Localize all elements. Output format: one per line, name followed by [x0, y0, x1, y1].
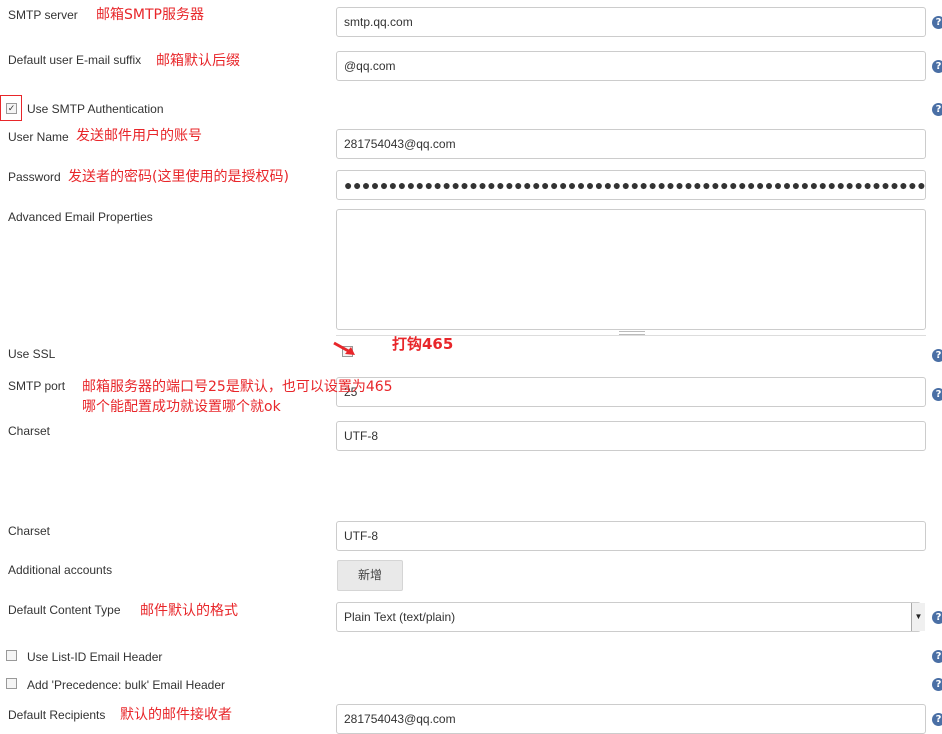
smtp-port-label: SMTP port	[8, 379, 66, 393]
smtp-port-annotation-1: 邮箱服务器的端口号25是默认，也可以设置为465	[82, 379, 393, 395]
smtp-auth-label: Use SMTP Authentication	[27, 102, 164, 116]
precedence-checkbox[interactable]	[6, 678, 17, 689]
help-icon[interactable]: ?	[932, 650, 942, 663]
red-arrow-icon	[333, 341, 355, 355]
charset-label: Charset	[8, 424, 51, 438]
default-recipients-label: Default Recipients	[8, 708, 106, 722]
help-icon[interactable]: ?	[932, 349, 942, 362]
use-ssl-label: Use SSL	[8, 347, 56, 361]
charset-input[interactable]	[336, 521, 926, 551]
help-icon[interactable]: ?	[932, 16, 942, 29]
user-name-input[interactable]	[336, 129, 926, 159]
smtp-port-annotation-2: 哪个能配置成功就设置哪个就ok	[82, 399, 281, 415]
password-input[interactable]: ●●●●●●●●●●●●●●●●●●●●●●●●●●●●●●●●●●●●●●●●…	[336, 170, 926, 200]
content-type-annotation: 邮件默认的格式	[140, 603, 238, 619]
user-name-annotation: 发送邮件用户的账号	[76, 128, 202, 144]
email-suffix-annotation: 邮箱默认后缀	[156, 53, 240, 69]
charset-input[interactable]	[336, 421, 926, 451]
email-suffix-label: Default user E-mail suffix	[8, 53, 142, 67]
smtp-port-input[interactable]	[336, 377, 926, 407]
smtp-auth-checkbox[interactable]: ✓	[6, 103, 17, 114]
help-icon[interactable]: ?	[932, 611, 942, 624]
default-recipients-input[interactable]	[336, 704, 926, 734]
add-account-button[interactable]: 新增	[337, 560, 403, 591]
content-type-value: Plain Text (text/plain)	[344, 610, 456, 624]
help-icon[interactable]: ?	[932, 678, 942, 691]
user-name-label: User Name	[8, 130, 69, 144]
smtp-server-label: SMTP server	[8, 8, 78, 22]
help-icon[interactable]: ?	[932, 713, 942, 726]
additional-accounts-label: Additional accounts	[8, 563, 113, 577]
password-annotation: 发送者的密码(这里使用的是授权码)	[68, 169, 289, 185]
content-type-select[interactable]: Plain Text (text/plain)	[336, 602, 921, 632]
smtp-server-annotation: 邮箱SMTP服务器	[96, 7, 204, 23]
precedence-label: Add 'Precedence: bulk' Email Header	[27, 678, 226, 692]
list-id-checkbox[interactable]	[6, 650, 17, 661]
charset-label: Charset	[8, 524, 51, 538]
advanced-props-textarea[interactable]	[336, 209, 926, 330]
help-icon[interactable]: ?	[932, 388, 942, 401]
email-suffix-input[interactable]	[336, 51, 926, 81]
default-recipients-annotation: 默认的邮件接收者	[120, 707, 232, 723]
password-label: Password	[8, 170, 61, 184]
use-ssl-annotation: 打钩465	[392, 335, 454, 353]
list-id-label: Use List-ID Email Header	[27, 650, 163, 664]
help-icon[interactable]: ?	[932, 60, 942, 73]
smtp-server-input[interactable]	[336, 7, 926, 37]
dropdown-arrow-icon[interactable]: ▼	[911, 603, 925, 631]
help-icon[interactable]: ?	[932, 103, 942, 116]
advanced-props-label: Advanced Email Properties	[8, 210, 153, 224]
content-type-label: Default Content Type	[8, 603, 121, 617]
